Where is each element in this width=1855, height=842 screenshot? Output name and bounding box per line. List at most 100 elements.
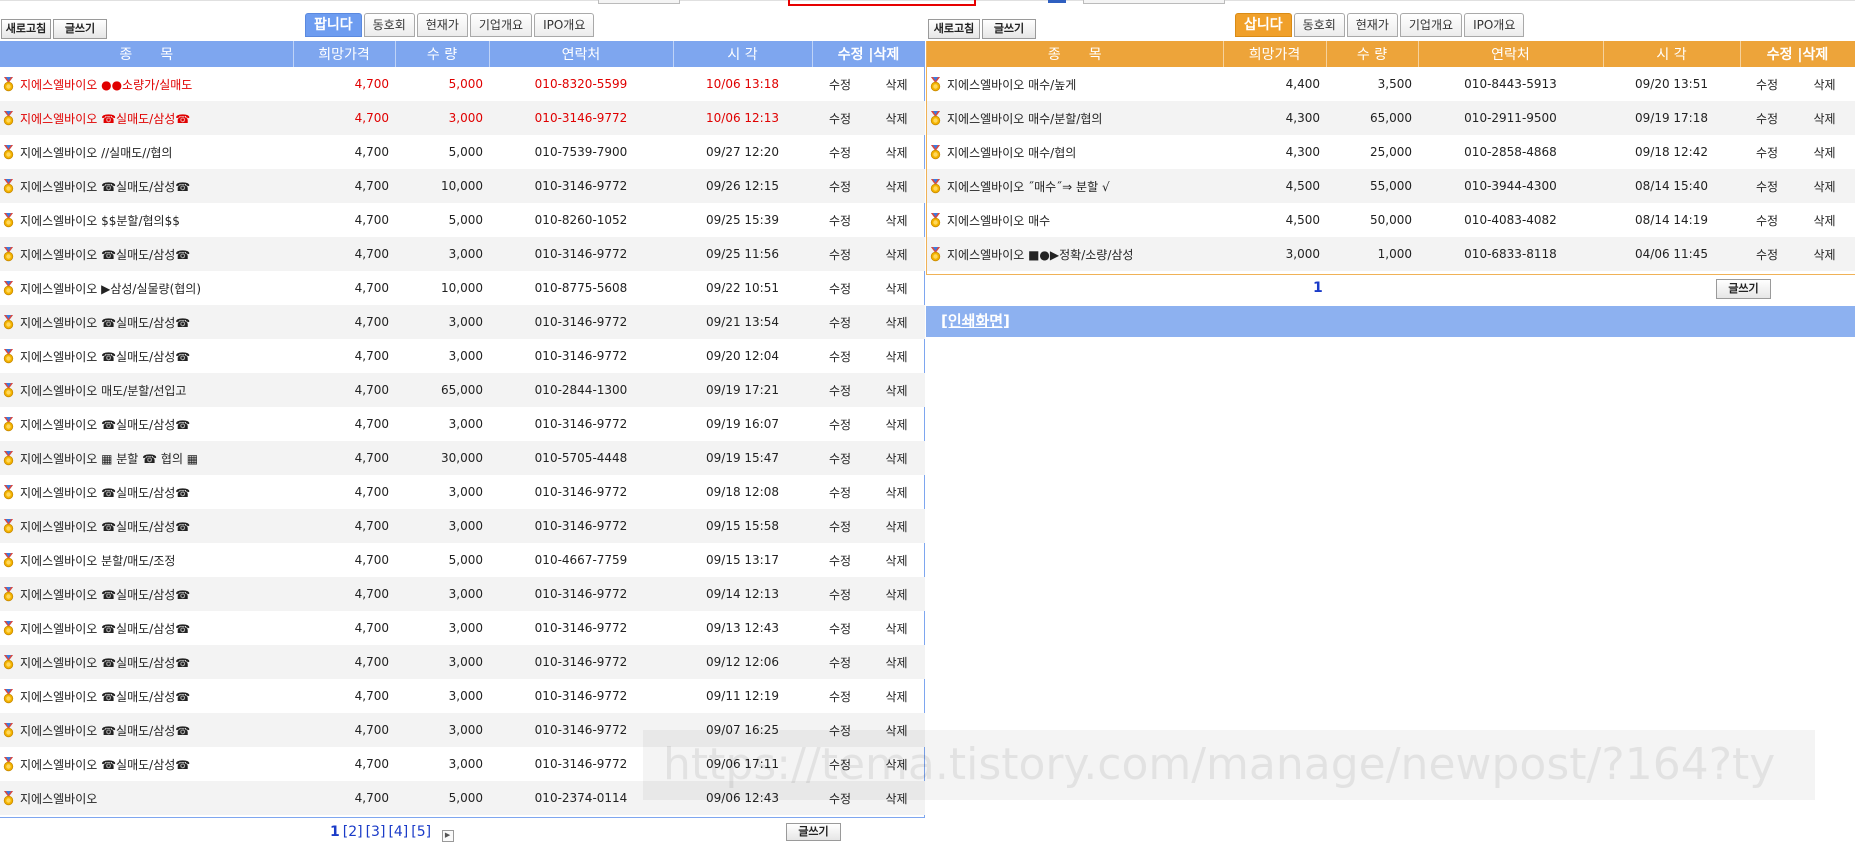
item-title[interactable]: 지에스엘바이오 매도/분할/선입고 (20, 384, 186, 398)
delete-link[interactable]: 삭제 (868, 509, 926, 543)
page-link-4[interactable]: [4] (388, 824, 408, 840)
delete-link[interactable]: 삭제 (1794, 169, 1855, 203)
item-title[interactable]: 지에스엘바이오 (20, 792, 97, 806)
item-cell[interactable]: 지에스엘바이오 매도/분할/선입고 (0, 373, 293, 407)
tab-right-3[interactable]: 기업개요 (1399, 13, 1463, 37)
item-title[interactable]: 지에스엘바이오 매수 (947, 214, 1050, 228)
tab-left-0[interactable]: 팝니다 (305, 13, 362, 37)
delete-link[interactable]: 삭제 (868, 611, 925, 645)
item-title[interactable]: 지에스엘바이오 분할/매도/조정 (20, 554, 175, 568)
edit-link[interactable]: 수정 (812, 135, 868, 169)
item-cell[interactable]: 지에스엘바이오 매수/협의 (927, 135, 1223, 169)
item-title[interactable]: 지에스엘바이오 $$분할/협의$$ (20, 214, 180, 228)
item-title[interactable]: 지에스엘바이오 ●●소량가/실매도 (20, 78, 192, 92)
write-button-sell-bottom[interactable]: 글쓰기 (786, 823, 841, 841)
edit-link[interactable]: 수정 (1740, 135, 1794, 169)
delete-link[interactable]: 삭제 (868, 577, 926, 611)
delete-link[interactable]: 삭제 (868, 441, 926, 475)
delete-link[interactable]: 삭제 (868, 101, 926, 135)
item-cell[interactable]: 지에스엘바이오 ☎실매도/삼성☎ (0, 305, 293, 339)
item-cell[interactable]: 지에스엘바이오 ˝매수˝⇒ 분할 √ (927, 169, 1223, 203)
tab-right-2[interactable]: 현재가 (1346, 13, 1398, 37)
edit-link[interactable]: 수정 (812, 271, 868, 305)
item-cell[interactable]: 지에스엘바이오 ☎실매도/삼성☎ (0, 679, 293, 713)
delete-link[interactable]: 삭제 (868, 203, 925, 237)
refresh-button-sell[interactable]: 새로고침 (1, 19, 51, 39)
item-cell[interactable]: 지에스엘바이오 분할/매도/조정 (0, 543, 293, 577)
item-cell[interactable]: 지에스엘바이오 ▶삼성/실물량(협의) (0, 271, 293, 305)
item-title[interactable]: 지에스엘바이오 ☎실매도/삼성☎ (20, 622, 190, 636)
write-button-buy-bottom[interactable]: 글쓰기 (1716, 279, 1771, 299)
item-cell[interactable]: 지에스엘바이오 ☎실매도/삼성☎ (0, 577, 293, 611)
edit-link[interactable]: 수정 (812, 611, 868, 645)
delete-link[interactable]: 삭제 (868, 271, 925, 305)
item-cell[interactable]: 지에스엘바이오 매수/분할/협의 (927, 101, 1223, 135)
edit-link[interactable]: 수정 (812, 373, 868, 407)
item-cell[interactable]: 지에스엘바이오 매수 (927, 203, 1223, 237)
edit-link[interactable]: 수정 (812, 509, 868, 543)
delete-link[interactable]: 삭제 (1794, 237, 1855, 271)
edit-link[interactable]: 수정 (1740, 169, 1794, 203)
item-title[interactable]: 지에스엘바이오 ☎실매도/삼성☎ (20, 588, 190, 602)
item-cell[interactable]: 지에스엘바이오 ☎실매도/삼성☎ (0, 475, 293, 509)
item-cell[interactable]: 지에스엘바이오 ☎실매도/삼성☎ (0, 509, 293, 543)
item-title[interactable]: 지에스엘바이오 ☎실매도/삼성☎ (20, 758, 190, 772)
edit-link[interactable]: 수정 (812, 577, 868, 611)
item-cell[interactable]: 지에스엘바이오 ☎실매도/삼성☎ (0, 645, 293, 679)
edit-link[interactable]: 수정 (812, 407, 868, 441)
item-title[interactable]: 지에스엘바이오 ☎실매도/삼성☎ (20, 418, 190, 432)
delete-link[interactable]: 삭제 (868, 679, 925, 713)
item-title[interactable]: 지에스엘바이오 ☎실매도/삼성☎ (20, 248, 190, 262)
buy-page-1[interactable]: 1 (1313, 280, 1323, 296)
item-title[interactable]: 지에스엘바이오 ˝매수˝⇒ 분할 √ (947, 180, 1110, 194)
item-cell[interactable]: 지에스엘바이오 ☎실매도/삼성☎ (0, 747, 293, 781)
delete-link[interactable]: 삭제 (868, 169, 926, 203)
item-title[interactable]: 지에스엘바이오 ☎실매도/삼성☎ (20, 656, 190, 670)
edit-link[interactable]: 수정 (812, 203, 868, 237)
delete-link[interactable]: 삭제 (1794, 67, 1855, 101)
edit-link[interactable]: 수정 (812, 679, 868, 713)
edit-link[interactable]: 수정 (1740, 203, 1794, 237)
item-title[interactable]: 지에스엘바이오 ☎실매도/삼성☎ (20, 520, 190, 534)
item-title[interactable]: 지에스엘바이오 ☎실매도/삼성☎ (20, 180, 190, 194)
item-title[interactable]: 지에스엘바이오 ■●▶정확/소량/삼성 (947, 248, 1133, 262)
edit-link[interactable]: 수정 (812, 543, 868, 577)
delete-link[interactable]: 삭제 (868, 543, 925, 577)
item-cell[interactable]: 지에스엘바이오 매수/높게 (927, 67, 1223, 101)
tab-right-4[interactable]: IPO개요 (1464, 13, 1525, 37)
delete-link[interactable]: 삭제 (868, 237, 926, 271)
item-title[interactable]: 지에스엘바이오 ▶삼성/실물량(협의) (20, 282, 201, 296)
item-title[interactable]: 지에스엘바이오 //실매도//협의 (20, 146, 172, 160)
delete-link[interactable]: 삭제 (868, 67, 925, 101)
edit-link[interactable]: 수정 (812, 475, 868, 509)
edit-link[interactable]: 수정 (812, 441, 868, 475)
edit-link[interactable]: 수정 (812, 645, 868, 679)
item-title[interactable]: 지에스엘바이오 ☎실매도/삼성☎ (20, 724, 190, 738)
tab-left-3[interactable]: 기업개요 (469, 13, 533, 37)
edit-link[interactable]: 수정 (812, 305, 868, 339)
write-button-sell[interactable]: 글쓰기 (53, 19, 107, 39)
item-cell[interactable]: 지에스엘바이오 ▦ 분할 ☎ 협의 ▦ (0, 441, 293, 475)
page-link-5[interactable]: [5] (411, 824, 431, 840)
delete-link[interactable]: 삭제 (1794, 203, 1855, 237)
edit-link[interactable]: 수정 (812, 101, 868, 135)
item-cell[interactable]: 지에스엘바이오 ☎실매도/삼성☎ (0, 169, 293, 203)
item-cell[interactable]: 지에스엘바이오 ☎실매도/삼성☎ (0, 339, 293, 373)
item-cell[interactable]: 지에스엘바이오 ☎실매도/삼성☎ (0, 101, 293, 135)
write-button-buy[interactable]: 글쓰기 (982, 19, 1036, 39)
item-title[interactable]: 지에스엘바이오 ☎실매도/삼성☎ (20, 350, 190, 364)
page-link-2[interactable]: [2] (343, 824, 363, 840)
tab-right-1[interactable]: 동호회 (1293, 13, 1345, 37)
item-cell[interactable]: 지에스엘바이오 ☎실매도/삼성☎ (0, 237, 293, 271)
item-title[interactable]: 지에스엘바이오 매수/분할/협의 (947, 112, 1102, 126)
delete-link[interactable]: 삭제 (868, 645, 926, 679)
item-cell[interactable]: 지에스엘바이오 ☎실매도/삼성☎ (0, 713, 293, 747)
item-cell[interactable]: 지에스엘바이오 //실매도//협의 (0, 135, 293, 169)
delete-link[interactable]: 삭제 (1794, 101, 1855, 135)
delete-link[interactable]: 삭제 (868, 373, 926, 407)
item-title[interactable]: 지에스엘바이오 ☎실매도/삼성☎ (20, 316, 190, 330)
tab-left-2[interactable]: 현재가 (416, 13, 468, 37)
item-title[interactable]: 지에스엘바이오 ☎실매도/삼성☎ (20, 690, 190, 704)
item-cell[interactable]: 지에스엘바이오 (0, 781, 293, 815)
tab-left-4[interactable]: IPO개요 (534, 13, 595, 37)
